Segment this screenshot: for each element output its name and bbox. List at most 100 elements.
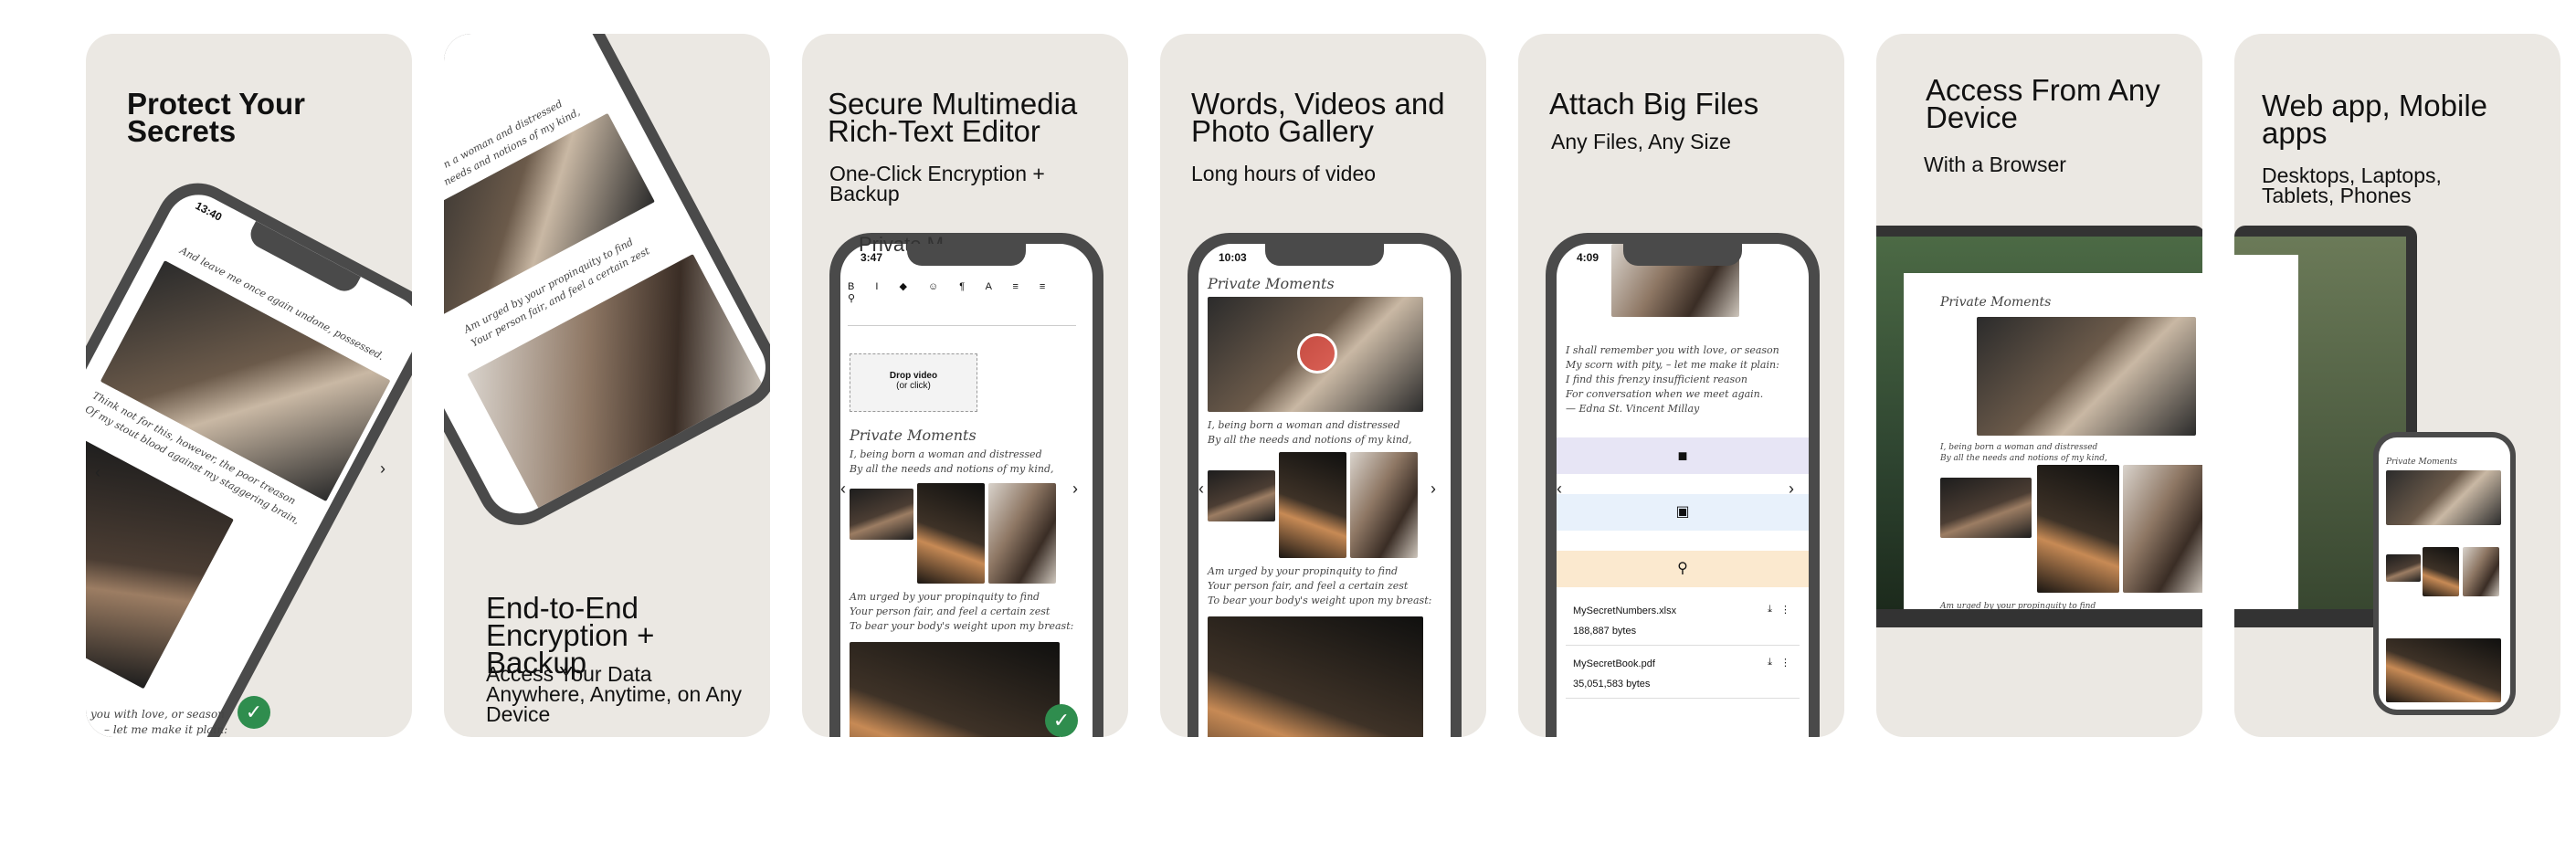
file-row[interactable]: MySecretNumbers.xlsx 188,887 bytes ⤓ ⋮: [1566, 595, 1800, 646]
phone-mockup: 10:03 Private Moments I, being born a wo…: [1188, 233, 1462, 737]
photo: [2386, 554, 2421, 582]
chevron-left-icon[interactable]: ‹: [1557, 479, 1562, 499]
more-icon[interactable]: ⋮: [1780, 657, 1790, 669]
check-icon: ✓: [1045, 704, 1078, 737]
phone-screen: I, being born a woman and distressed By …: [444, 34, 770, 525]
file-name[interactable]: MySecretNumbers.xlsx: [1573, 606, 1676, 616]
text-line: you with love, or season: [90, 708, 225, 721]
card-title: Attach Big Files: [1549, 87, 1759, 121]
card-subtitle: Long hours of video: [1191, 162, 1377, 185]
card-any-device: Access From Any Device With a Browser Pr…: [1876, 34, 2202, 737]
doc-title: Private Moments: [1208, 275, 1335, 292]
photo: [1350, 452, 1418, 558]
laptop-mockup: Private Moments I, being born a woman an…: [1876, 226, 2202, 627]
photo: [2423, 547, 2459, 596]
phone-notch: [245, 220, 361, 297]
phone-screen: 13:40 And leave me once again undone, po…: [86, 183, 412, 737]
card-gallery: Words, Videos and Photo Gallery Long hou…: [1160, 34, 1486, 737]
browser-window: [2234, 255, 2298, 609]
text-line: By all the needs and notions of my kind,: [850, 463, 1054, 475]
file-row[interactable]: MySecretBook.pdf 35,051,583 bytes ⤓ ⋮: [1566, 648, 1800, 699]
chevron-left-icon[interactable]: ‹: [95, 463, 100, 482]
text-line: To bear your body's weight upon my breas…: [850, 620, 1074, 632]
text-line: By all the needs and notions of my kind,: [1208, 434, 1412, 446]
photo: [988, 483, 1056, 584]
card-title: Web app, Mobile apps: [2262, 89, 2488, 150]
text-line: Am urged by your propinquity to find: [850, 591, 1040, 603]
browser-window: Private Moments I, being born a woman an…: [1904, 273, 2202, 611]
drop-sub: (or click): [896, 381, 931, 391]
chevron-left-icon[interactable]: ‹: [1198, 479, 1204, 499]
photo: [100, 260, 391, 502]
photo: [2463, 547, 2499, 596]
photo: [2123, 465, 2202, 593]
doc-title: Private Moments: [1940, 295, 2052, 310]
text-line: I, being born a woman and distressed: [1940, 443, 2098, 452]
card-rich-text-editor: Secure Multimedia Rich-Text Editor One-C…: [802, 34, 1128, 737]
phone-notch: [1265, 244, 1384, 266]
phone-screen: 4:09 I shall remember you with love, or …: [1557, 244, 1809, 737]
download-icon[interactable]: ⤓: [1768, 657, 1772, 669]
phone-notch: [1623, 244, 1742, 266]
card-protect-secrets: Protect Your Secrets 13:40 And leave me …: [86, 34, 412, 737]
phone-mockup: 13:40 And leave me once again undone, po…: [86, 168, 412, 737]
text-line: To bear your body's weight upon my breas…: [1208, 595, 1432, 606]
card-title: Secure Multimedia Rich-Text Editor: [828, 87, 1078, 148]
photo: [2386, 470, 2501, 525]
photo: [467, 254, 766, 511]
text-line: — Edna St. Vincent Millay: [1566, 403, 1700, 415]
more-icon[interactable]: ⋮: [1780, 604, 1790, 616]
card-subtitle: Desktops, Laptops, Tablets, Phones: [2262, 163, 2442, 207]
status-time: 3:47: [860, 251, 883, 264]
desktop-wallpaper: Private Moments I, being born a woman an…: [1876, 237, 2202, 611]
text-line: I find this frenzy insufficient reason: [1566, 374, 1747, 385]
video-icon[interactable]: ■: [1557, 437, 1809, 474]
chevron-right-icon[interactable]: ›: [1789, 479, 1794, 499]
card-title: Access From Any Device: [1926, 73, 2160, 134]
card-subtitle: Access Your Data Anywhere, Anytime, on A…: [486, 662, 742, 726]
card-title: Words, Videos and Photo Gallery: [1191, 87, 1445, 148]
photo: [917, 483, 985, 584]
phone-mockup: 3:47 B I ◆ ☺ ¶ A ≡ ≡ ⚲ Drop video (or cl…: [829, 233, 1103, 737]
text-line: Your person fair, and feel a certain zes…: [1208, 580, 1409, 592]
text-line: Am urged by your propinquity to find: [1940, 602, 2096, 611]
doc-title: Private Moments: [850, 426, 977, 444]
text-line: I shall remember you with love, or seaso…: [1566, 344, 1779, 356]
text-line: I, being born a woman and distressed: [1208, 419, 1400, 431]
chevron-right-icon[interactable]: ›: [1431, 479, 1436, 499]
phone-mockup: 4:09 I shall remember you with love, or …: [1546, 233, 1820, 737]
photo: [1977, 317, 2196, 436]
editor-toolbar[interactable]: B I ◆ ☺ ¶ A ≡ ≡ ⚲: [848, 280, 1076, 326]
text-line: Am urged by your propinquity to find: [1208, 565, 1399, 577]
card-encryption-backup: I, being born a woman and distressed By …: [444, 34, 770, 737]
file-name[interactable]: MySecretBook.pdf: [1573, 658, 1655, 669]
chevron-left-icon[interactable]: ‹: [840, 479, 846, 499]
file-size: 35,051,583 bytes: [1573, 679, 1651, 690]
photo: [2037, 465, 2119, 593]
image-icon[interactable]: ▣: [1557, 494, 1809, 531]
paperclip-icon[interactable]: ⚲: [1557, 551, 1809, 587]
phone-notch: [907, 244, 1026, 266]
doc-title: Private Moments: [2386, 458, 2458, 467]
phone-mockup: Private Moments: [2373, 432, 2516, 715]
check-icon: ✓: [238, 696, 270, 729]
photo: [2386, 638, 2501, 702]
phone-mockup: I, being born a woman and distressed By …: [444, 34, 770, 541]
phone-screen: Private Moments: [2379, 437, 2510, 710]
card-big-files: Attach Big Files Any Files, Any Size 4:0…: [1518, 34, 1844, 737]
phone-screen: 10:03 Private Moments I, being born a wo…: [1198, 244, 1451, 737]
download-icon[interactable]: ⤓: [1768, 604, 1772, 616]
text-line: I, being born a woman and distressed: [850, 448, 1042, 460]
chevron-right-icon[interactable]: ›: [1072, 479, 1078, 499]
card-subtitle: One-Click Encryption + Backup: [829, 162, 1045, 205]
chevron-right-icon[interactable]: ›: [380, 459, 385, 479]
photo: [850, 642, 1060, 737]
phone-screen: 3:47 B I ◆ ☺ ¶ A ≡ ≡ ⚲ Drop video (or cl…: [840, 244, 1093, 737]
photo: [1208, 616, 1423, 737]
text-line: – let me make it plain:: [104, 723, 228, 736]
video-drop-zone[interactable]: Drop video (or click): [850, 353, 977, 412]
status-time: 10:03: [1219, 251, 1247, 264]
play-icon[interactable]: [1297, 333, 1337, 374]
status-time: 13:40: [193, 199, 225, 224]
status-time: 4:09: [1577, 251, 1599, 264]
